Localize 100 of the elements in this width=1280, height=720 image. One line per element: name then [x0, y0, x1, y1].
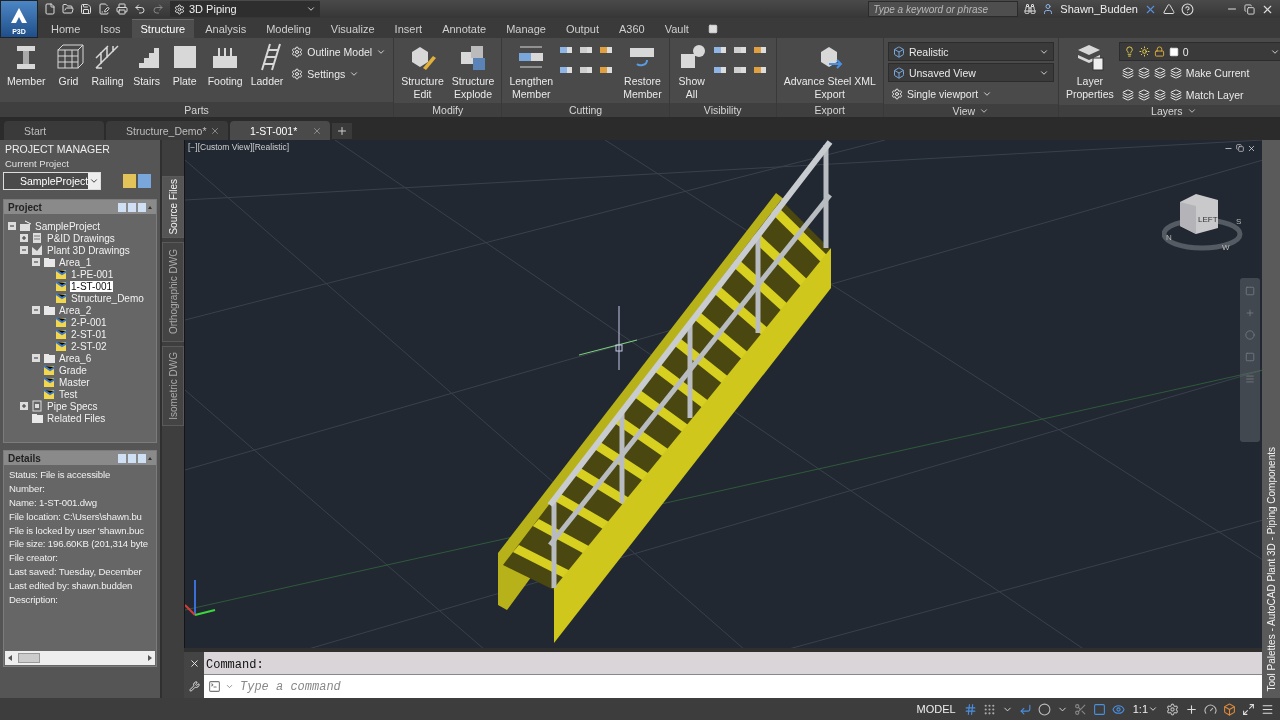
layers-icon[interactable] — [1137, 67, 1150, 79]
ribbon-tab[interactable]: Home — [42, 19, 90, 38]
scale-button[interactable]: 1:1 — [1130, 703, 1160, 715]
layers-icon[interactable] — [1153, 89, 1166, 101]
snap-dots-icon[interactable] — [982, 702, 996, 716]
layers-icon[interactable] — [1169, 67, 1182, 79]
save-icon[interactable] — [80, 3, 92, 15]
scroll-thumb[interactable] — [18, 653, 40, 663]
model-button[interactable]: MODEL — [914, 703, 958, 715]
layers-icon[interactable] — [1153, 67, 1166, 79]
ribbon-tool-button[interactable]: Layer Properties — [1062, 40, 1117, 103]
scroll-left-icon[interactable] — [8, 655, 12, 661]
ribbon-tool-button[interactable]: Structure Explode — [448, 40, 498, 103]
ribbon-tab[interactable]: Analysis — [196, 19, 256, 38]
ribbon-tab[interactable]: Isos — [91, 19, 130, 38]
ribbon-tool-button[interactable]: Show All — [673, 40, 710, 103]
open-folder-icon[interactable] — [62, 3, 74, 15]
restore-icon[interactable] — [1236, 144, 1244, 152]
ortho-icon[interactable] — [1018, 702, 1032, 716]
panel-title[interactable]: Layers — [1058, 105, 1280, 117]
ribbon-tool-button[interactable]: Structure Edit — [398, 40, 447, 103]
ribbon-tool-button[interactable]: Stairs — [128, 40, 165, 90]
ribbon-tab[interactable]: Visualize — [321, 19, 384, 38]
box-icon[interactable] — [1223, 702, 1236, 716]
help-icon[interactable] — [1181, 2, 1194, 16]
tracking-icon[interactable] — [1073, 702, 1087, 716]
layers-icon[interactable] — [1121, 89, 1134, 101]
layers-icon[interactable] — [1137, 89, 1150, 101]
layers-icon[interactable] — [1169, 89, 1182, 101]
file-tab[interactable]: 1-ST-001* — [230, 121, 330, 140]
expand-toggle[interactable] — [20, 234, 28, 242]
ribbon-tab[interactable]: Insert — [385, 19, 432, 38]
tree-item[interactable]: Test — [58, 388, 79, 400]
tree-item[interactable]: Master — [58, 376, 91, 388]
ribbon-tool-button[interactable]: Lengthen Member — [506, 40, 557, 103]
annotation-icon[interactable] — [1111, 702, 1125, 716]
panel-buttons-icon[interactable] — [118, 202, 152, 212]
layer-action-button[interactable]: Make Current — [1118, 63, 1280, 83]
side-tab[interactable]: Orthographic DWG — [162, 242, 184, 342]
viewport-label[interactable]: [−][Custom View][Realistic] — [188, 142, 290, 152]
tree-item[interactable]: 2-P-001 — [70, 316, 108, 328]
ribbon-tab[interactable]: Annotate — [433, 19, 496, 38]
new-file-icon[interactable] — [44, 3, 56, 15]
user-name[interactable]: Shawn_Budden — [1060, 3, 1138, 15]
ribbon-tool-button[interactable]: Railing — [88, 40, 127, 90]
binoculars-icon[interactable] — [1024, 3, 1037, 15]
expand-toggle[interactable] — [20, 246, 28, 254]
ribbon-tool-button[interactable]: Plate — [166, 40, 203, 90]
new-tab-button[interactable] — [332, 123, 352, 139]
settings-icon[interactable] — [1166, 702, 1179, 716]
ribbon-tool-button[interactable]: Footing — [204, 40, 246, 90]
search-field[interactable]: Type a keyword or phrase — [868, 1, 1019, 17]
side-tab[interactable]: Isometric DWG — [162, 346, 184, 426]
tree-item[interactable]: Grade — [58, 364, 88, 376]
menu-button[interactable]: Single viewport — [887, 84, 1054, 104]
dropdown[interactable]: Realistic — [887, 42, 1054, 61]
printer-icon[interactable] — [116, 3, 128, 15]
layer-action-button[interactable]: Match Layer — [1118, 85, 1280, 105]
ribbon-tab[interactable]: Structure — [131, 19, 195, 38]
tree-item[interactable]: Area_2 — [58, 304, 93, 316]
tree-item[interactable]: SampleProject — [34, 220, 102, 232]
tree-item[interactable]: Related Files — [46, 412, 107, 424]
menu-button[interactable]: Settings — [288, 64, 390, 84]
model-viewport[interactable]: [−][Custom View][Realistic] LEFT N W S — [184, 140, 1262, 648]
ribbon-tool-button[interactable]: Advance Steel XML Export — [780, 40, 879, 103]
ribbon-toggle-icon[interactable] — [707, 24, 718, 34]
expand-toggle[interactable] — [8, 222, 16, 230]
tool-palette-strip[interactable]: Tool Palettes - AutoCAD Plant 3D - Piping Components — [1262, 140, 1280, 698]
ribbon-tab[interactable]: Output — [556, 19, 608, 38]
menu-button[interactable]: Outline Model — [288, 42, 390, 62]
workspace-dropdown[interactable]: 3D Piping — [170, 1, 320, 17]
command-input-bar[interactable]: Type a command — [204, 674, 1262, 698]
ribbon-tab[interactable]: Manage — [497, 19, 555, 38]
restore-icon[interactable] — [1244, 3, 1255, 15]
tree-item[interactable]: 2-ST-02 — [70, 340, 108, 352]
menu-icon[interactable] — [1261, 702, 1274, 716]
scroll-right-icon[interactable] — [148, 655, 152, 661]
project-dropdown[interactable]: SampleProject — [3, 172, 101, 190]
ribbon-tab[interactable]: Vault — [655, 19, 698, 38]
dropdown[interactable]: Unsaved View — [887, 63, 1054, 82]
tree-item[interactable]: Structure_Demo — [70, 292, 145, 304]
gauge-icon[interactable] — [1204, 702, 1217, 716]
polar-icon[interactable] — [1037, 702, 1051, 716]
grid-icon[interactable] — [963, 702, 977, 716]
file-tab[interactable]: Structure_Demo* — [106, 121, 228, 140]
tree-item[interactable]: P&ID Drawings — [46, 232, 116, 244]
side-tab[interactable]: Source Files — [162, 176, 184, 238]
tree-item[interactable]: 1-ST-001 — [70, 280, 114, 292]
ribbon-tool-button[interactable]: Restore Member — [620, 40, 665, 103]
expand-toggle[interactable] — [32, 354, 40, 362]
ribbon-tool-button[interactable]: Ladder — [247, 40, 287, 90]
horizontal-scrollbar[interactable] — [5, 651, 155, 665]
expand-toggle[interactable] — [32, 306, 40, 314]
tree-item[interactable]: Area_1 — [58, 256, 93, 268]
tree-item[interactable]: Pipe Specs — [46, 400, 99, 412]
redo-icon[interactable] — [152, 3, 164, 15]
close-icon[interactable] — [188, 658, 200, 669]
expand-toggle[interactable] — [32, 258, 40, 266]
tree-item[interactable]: 1-PE-001 — [70, 268, 115, 280]
panel-buttons-icon[interactable] — [118, 453, 152, 463]
